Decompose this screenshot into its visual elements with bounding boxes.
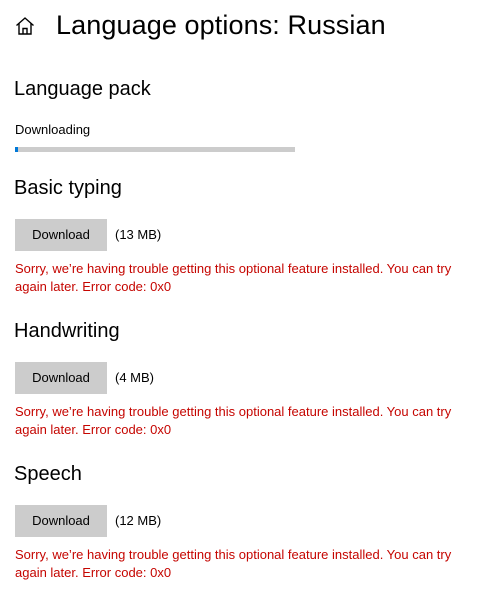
download-status-text: Downloading	[15, 122, 91, 137]
speech-download-button[interactable]: Download	[15, 505, 107, 537]
speech-size: (12 MB)	[115, 513, 162, 528]
handwriting-error-message: Sorry, we’re having trouble getting this…	[15, 404, 452, 437]
page-header: Language options: Russian	[0, 0, 491, 52]
language-pack-heading: Language pack	[14, 78, 151, 100]
basic-typing-error-message: Sorry, we’re having trouble getting this…	[15, 261, 452, 294]
handwriting-heading: Handwriting	[14, 320, 120, 342]
handwriting-download-button[interactable]: Download	[15, 362, 107, 394]
speech-error-message: Sorry, we’re having trouble getting this…	[15, 547, 452, 580]
download-progress-bar	[15, 147, 295, 152]
basic-typing-download-button[interactable]: Download	[15, 219, 107, 251]
basic-typing-size: (13 MB)	[115, 227, 162, 242]
handwriting-size: (4 MB)	[115, 370, 154, 385]
basic-typing-heading: Basic typing	[14, 177, 122, 199]
speech-heading: Speech	[14, 463, 82, 485]
download-progress-fill	[15, 147, 18, 152]
page-title: Language options: Russian	[56, 10, 386, 40]
home-icon[interactable]	[14, 15, 36, 37]
